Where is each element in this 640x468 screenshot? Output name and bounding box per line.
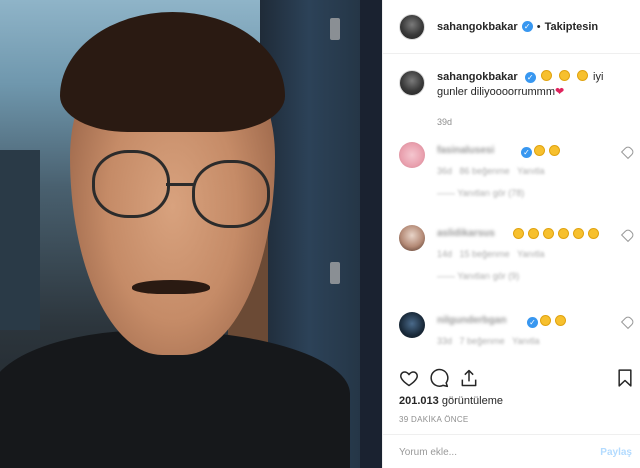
view-replies-link[interactable]: —— Yanıtları gör (9)	[437, 271, 519, 281]
share-icon[interactable]	[459, 368, 479, 388]
views-count: 201.013 görüntüleme	[399, 395, 503, 407]
caption-word: iyi	[593, 71, 604, 83]
verified-badge-icon: ✓	[524, 72, 536, 83]
header-username[interactable]: sahangokbakar	[437, 21, 518, 33]
comment-username[interactable]: nilgunderbgan	[437, 315, 506, 326]
list-item: fasinalusesi ✓ 36d 86 beğenme Yanıtla ——…	[399, 142, 639, 206]
laughing-emoji-icon	[549, 145, 560, 156]
person-hair	[60, 12, 285, 132]
post-side-panel: sahangokbakar ✓ • Takiptesin sahangokbak…	[382, 0, 640, 468]
like-comment-icon[interactable]	[620, 314, 636, 330]
laughing-emoji-icon	[558, 70, 570, 81]
caption-avatar[interactable]	[399, 70, 425, 96]
laughing-emoji-icon	[540, 315, 551, 326]
post-comment-button[interactable]: Paylaş	[600, 447, 632, 458]
verified-badge-icon: ✓	[521, 21, 533, 32]
laughing-emoji-icon	[540, 70, 552, 81]
laughing-emoji-icon	[513, 228, 524, 239]
bookmark-icon[interactable]	[615, 368, 635, 388]
post-actions	[399, 368, 632, 388]
view-replies-link[interactable]: —— Yanıtları gör (78)	[437, 188, 524, 198]
list-item: nilgunderbgan ✓ 33d 7 beğenme Yanıtla	[399, 312, 639, 352]
avatar[interactable]	[399, 312, 425, 338]
header-separator: •	[536, 20, 541, 33]
list-item: aslidikarsus 14d 15 beğenme Yanıtla —— Y…	[399, 225, 639, 289]
door-hinge	[330, 18, 340, 40]
laughing-emoji-icon	[558, 228, 569, 239]
comment-username[interactable]: fasinalusesi	[437, 145, 494, 156]
caption-text: sahangokbakar ✓ iyi gunler diliyoooorrum…	[437, 70, 603, 100]
comment-input[interactable]: Yorum ekle...	[399, 447, 457, 458]
comment-username[interactable]: aslidikarsus	[437, 228, 495, 239]
heart-icon: ❤	[555, 86, 565, 98]
door-hinge	[330, 262, 340, 284]
avatar[interactable]	[399, 225, 425, 251]
laughing-emoji-icon	[576, 70, 588, 81]
laughing-emoji-icon	[543, 228, 554, 239]
like-comment-icon[interactable]	[620, 227, 636, 243]
laughing-emoji-icon	[528, 228, 539, 239]
laughing-emoji-icon	[573, 228, 584, 239]
post-timestamp: 39 DAKİKA ÖNCE	[399, 415, 469, 424]
comment-emojis: ✓	[517, 145, 562, 158]
laughing-emoji-icon	[588, 228, 599, 239]
glasses-bridge	[166, 183, 194, 186]
caption-age: 39d	[437, 117, 453, 127]
caption-username[interactable]: sahangokbakar	[437, 71, 518, 83]
glasses-right-lens	[192, 160, 270, 228]
comment-meta: 33d 7 beğenme Yanıtla	[437, 336, 540, 346]
heart-icon[interactable]	[399, 368, 419, 388]
following-button[interactable]: Takiptesin	[545, 21, 599, 33]
door-frame	[360, 0, 382, 468]
verified-badge-icon: ✓	[521, 147, 532, 158]
laughing-emoji-icon	[555, 315, 566, 326]
post-header: sahangokbakar ✓ • Takiptesin	[383, 0, 640, 54]
like-comment-icon[interactable]	[620, 144, 636, 160]
comment-meta: 36d 86 beğenme Yanıtla	[437, 166, 545, 176]
post-caption: sahangokbakar ✓ iyi gunler diliyoooorrum…	[399, 70, 629, 100]
avatar[interactable]	[399, 13, 425, 40]
divider	[383, 434, 640, 435]
person-mustache	[132, 280, 210, 294]
glasses-left-lens	[92, 150, 170, 218]
post-photo[interactable]	[0, 0, 382, 468]
laughing-emoji-icon	[534, 145, 545, 156]
avatar[interactable]	[399, 142, 425, 168]
comment-emojis: ✓	[523, 315, 568, 328]
background-wall	[0, 150, 40, 330]
verified-badge-icon: ✓	[527, 317, 538, 328]
caption-body: gunler diliyoooorrummm	[437, 86, 555, 98]
comment-meta: 14d 15 beğenme Yanıtla	[437, 249, 545, 259]
comment-icon[interactable]	[429, 368, 449, 388]
comment-emojis	[511, 228, 601, 241]
